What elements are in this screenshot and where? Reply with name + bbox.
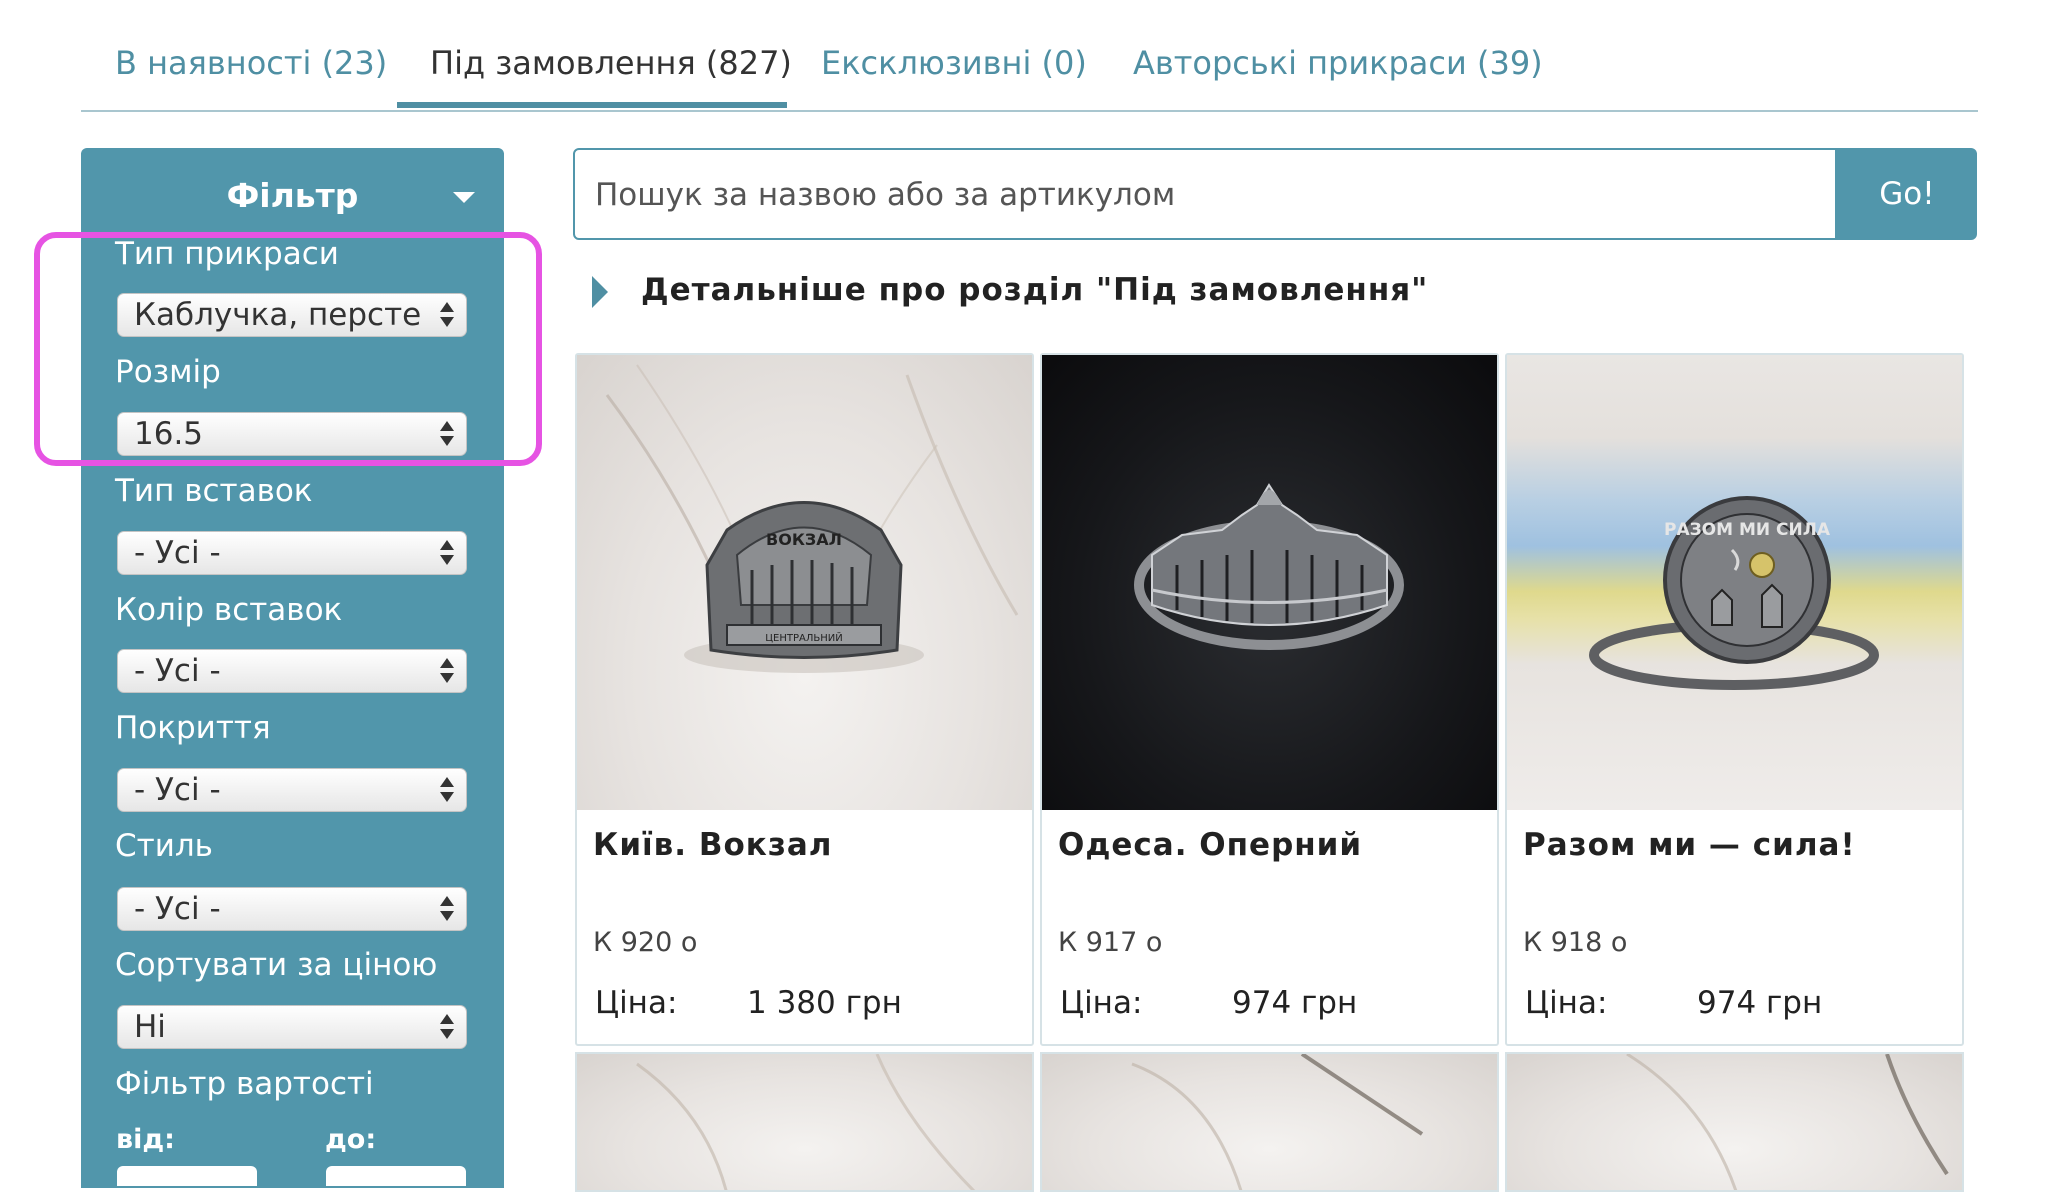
- tab-author-jewelry[interactable]: Авторські прикраси (39): [1133, 44, 1543, 82]
- select-arrows-icon: [440, 656, 454, 686]
- select-arrows-icon: [440, 538, 454, 568]
- ring-engraving-text: ВОКЗАЛ: [766, 530, 842, 549]
- product-price: 1 380 грн: [747, 985, 902, 1021]
- product-image[interactable]: [577, 1054, 1032, 1190]
- search-box: [573, 148, 1837, 240]
- tab-in-stock[interactable]: В наявності (23): [115, 44, 387, 82]
- filter-label-insert-type: Тип вставок: [115, 473, 313, 509]
- price-label: Ціна:: [595, 985, 678, 1021]
- product-card-partial[interactable]: [1040, 1052, 1499, 1192]
- product-card-partial[interactable]: [1505, 1052, 1964, 1192]
- product-card[interactable]: РАЗОМ МИ СИЛА Разом ми — сила! К 918 о Ц…: [1505, 353, 1964, 1046]
- price-label: Ціна:: [1060, 985, 1143, 1021]
- select-arrows-icon: [440, 775, 454, 805]
- filter-label-style: Стиль: [115, 828, 213, 864]
- insert-type-select[interactable]: - Усі -: [117, 531, 467, 575]
- product-card[interactable]: ВОКЗАЛ ЦЕНТРАЛЬНИЙ Київ. Вокзал К 920 о …: [575, 353, 1034, 1046]
- jewelry-type-select[interactable]: Каблучка, перстень: [117, 293, 467, 337]
- insert-color-select[interactable]: - Усі -: [117, 649, 467, 693]
- filter-label-size: Розмір: [115, 354, 221, 390]
- filter-label-sort-price: Сортувати за ціною: [115, 947, 438, 983]
- style-value: - Усі -: [134, 891, 221, 927]
- price-to-label: до:: [325, 1124, 377, 1155]
- filter-title[interactable]: Фільтр: [81, 176, 504, 215]
- jewelry-type-value: Каблучка, перстень: [134, 297, 424, 333]
- sort-price-select[interactable]: Ні: [117, 1005, 467, 1049]
- product-image[interactable]: [1042, 1054, 1497, 1190]
- filter-label-coating: Покриття: [115, 710, 271, 746]
- price-from-input[interactable]: [117, 1166, 257, 1186]
- product-image[interactable]: РАЗОМ МИ СИЛА: [1507, 355, 1962, 810]
- search-go-button[interactable]: Go!: [1837, 148, 1977, 240]
- caret-down-icon[interactable]: [453, 192, 475, 203]
- coating-select[interactable]: - Усі -: [117, 768, 467, 812]
- coating-value: - Усі -: [134, 772, 221, 808]
- sort-price-value: Ні: [134, 1009, 166, 1045]
- section-details-link[interactable]: Детальніше про розділ "Під замовлення": [641, 272, 1428, 308]
- product-sku: К 918 о: [1523, 927, 1628, 958]
- select-arrows-icon: [440, 894, 454, 924]
- product-image[interactable]: ВОКЗАЛ ЦЕНТРАЛЬНИЙ: [577, 355, 1032, 810]
- filter-sidebar: Фільтр Тип прикраси Каблучка, перстень Р…: [81, 148, 504, 1188]
- search-input[interactable]: [593, 150, 1817, 240]
- price-to-input[interactable]: [326, 1166, 466, 1186]
- filter-label-jewelry-type: Тип прикраси: [115, 236, 339, 272]
- size-value: 16.5: [134, 416, 204, 452]
- select-arrows-icon: [440, 300, 454, 330]
- product-card-partial[interactable]: [575, 1052, 1034, 1192]
- product-price: 974 грн: [1697, 985, 1823, 1021]
- product-name[interactable]: Одеса. Оперний: [1058, 827, 1362, 863]
- filter-label-insert-color: Колір вставок: [115, 592, 343, 628]
- ring-engraving-text: РАЗОМ МИ СИЛА: [1664, 520, 1831, 540]
- size-select[interactable]: 16.5: [117, 412, 467, 456]
- tab-on-order[interactable]: Під замовлення (827): [430, 44, 792, 82]
- product-card[interactable]: Одеса. Оперний К 917 о Ціна: 974 грн: [1040, 353, 1499, 1046]
- category-tabs: В наявності (23) Під замовлення (827) Ек…: [81, 0, 1978, 112]
- select-arrows-icon: [440, 1012, 454, 1042]
- insert-type-value: - Усі -: [134, 535, 221, 571]
- product-image[interactable]: [1042, 355, 1497, 810]
- select-arrows-icon: [440, 419, 454, 449]
- ring-engraving-subtext: ЦЕНТРАЛЬНИЙ: [765, 631, 842, 644]
- insert-color-value: - Усі -: [134, 653, 221, 689]
- product-image[interactable]: [1507, 1054, 1962, 1190]
- product-price: 974 грн: [1232, 985, 1358, 1021]
- product-sku: К 917 о: [1058, 927, 1163, 958]
- price-label: Ціна:: [1525, 985, 1608, 1021]
- active-tab-indicator: [397, 102, 787, 108]
- product-name[interactable]: Київ. Вокзал: [593, 827, 832, 863]
- price-from-label: від:: [116, 1124, 175, 1155]
- triangle-right-icon[interactable]: [592, 276, 608, 308]
- product-sku: К 920 о: [593, 927, 698, 958]
- filter-label-price-range: Фільтр вартості: [115, 1066, 374, 1102]
- product-name[interactable]: Разом ми — сила!: [1523, 827, 1856, 863]
- style-select[interactable]: - Усі -: [117, 887, 467, 931]
- tab-exclusive[interactable]: Ексклюзивні (0): [821, 44, 1087, 82]
